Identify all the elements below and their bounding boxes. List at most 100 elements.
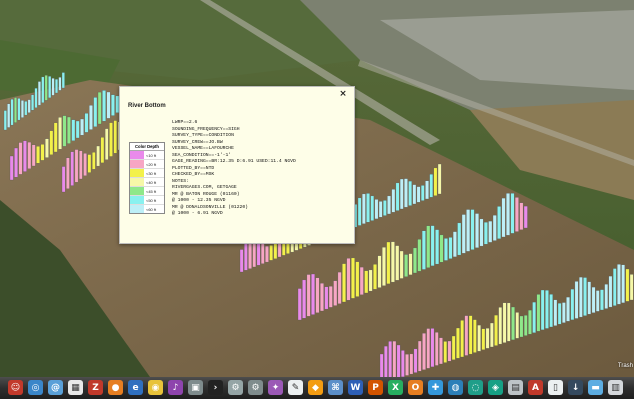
- legend-label: <50 ft: [146, 197, 157, 203]
- trash-icon[interactable]: ▥: [608, 380, 623, 395]
- preview-icon[interactable]: ✦: [268, 380, 283, 395]
- survey-bar: [359, 266, 364, 295]
- textedit-icon[interactable]: ✎: [288, 380, 303, 395]
- photos-icon[interactable]: ▤: [508, 380, 523, 395]
- survey-bar: [58, 117, 62, 150]
- calendar-icon[interactable]: ▦: [68, 380, 83, 395]
- survey-bar: [269, 245, 273, 261]
- survey-bar: [67, 116, 71, 144]
- app-icon[interactable]: ◆: [308, 380, 323, 395]
- finder-icon[interactable]: ☺: [8, 380, 23, 395]
- ie-icon[interactable]: e: [128, 380, 143, 395]
- survey-bar: [45, 138, 49, 158]
- survey-bar: [405, 354, 409, 376]
- survey-bar: [519, 202, 524, 230]
- legend-swatch: [130, 160, 144, 168]
- survey-bar: [320, 283, 324, 312]
- mail-icon[interactable]: @: [48, 380, 63, 395]
- survey-bar: [528, 309, 532, 335]
- safari-icon[interactable]: ◎: [28, 380, 43, 395]
- survey-bar: [608, 275, 613, 308]
- survey-bar: [540, 289, 545, 331]
- survey-bar: [55, 79, 58, 94]
- survey-bar: [466, 209, 471, 252]
- firefox-icon[interactable]: ●: [108, 380, 123, 395]
- outlook-icon[interactable]: O: [408, 380, 423, 395]
- survey-bar: [31, 144, 36, 167]
- chrome-icon[interactable]: ◉: [148, 380, 163, 395]
- survey-bar: [621, 264, 625, 304]
- legend-swatch: [130, 205, 144, 213]
- survey-bar: [71, 119, 76, 141]
- survey-bar: [58, 77, 62, 91]
- survey-bar: [514, 197, 519, 232]
- survey-bar: [362, 193, 366, 224]
- survey-bar: [617, 264, 621, 305]
- downloads-icon[interactable]: ↓: [568, 380, 583, 395]
- legend-swatch: [130, 187, 144, 195]
- photo-icon[interactable]: ▣: [188, 380, 203, 395]
- legend-label: <60 ft: [146, 206, 157, 212]
- survey-bar: [391, 189, 396, 213]
- legend-row: <30 ft: [130, 169, 164, 178]
- mac-icon[interactable]: ⌘: [328, 380, 343, 395]
- excel-icon[interactable]: X: [388, 380, 403, 395]
- survey-bar: [457, 222, 462, 256]
- survey-bar: [109, 122, 113, 157]
- survey-bar: [20, 100, 24, 118]
- survey-bar: [557, 303, 562, 325]
- survey-bar: [451, 335, 456, 360]
- survey-bar: [31, 94, 35, 111]
- doc-icon[interactable]: ▯: [548, 380, 563, 395]
- survey-bar: [297, 288, 302, 321]
- itunes-icon[interactable]: ♪: [168, 380, 183, 395]
- survey-bar: [470, 209, 475, 250]
- survey-bar: [562, 302, 566, 323]
- survey-bar: [475, 213, 479, 248]
- survey-bar: [574, 281, 579, 319]
- survey-bar: [439, 337, 443, 365]
- survey-bar: [583, 277, 587, 316]
- survey-bar: [256, 240, 261, 266]
- survey-bar: [549, 294, 553, 328]
- survey-bar: [23, 140, 27, 172]
- legend-label: <10 ft: [146, 152, 157, 158]
- filezilla-icon[interactable]: Z: [88, 380, 103, 395]
- word-icon[interactable]: W: [348, 380, 363, 395]
- terminal-icon[interactable]: ›: [208, 380, 223, 395]
- survey-bar: [485, 328, 490, 349]
- googleearth-icon[interactable]: ◍: [448, 380, 463, 395]
- acrobat-icon[interactable]: A: [528, 380, 543, 395]
- survey-bar: [36, 146, 40, 164]
- legend-row: <10 ft: [130, 151, 164, 160]
- survey-bar: [488, 220, 493, 243]
- survey-bar: [27, 99, 31, 113]
- survey-bar: [18, 142, 23, 175]
- survey-bar: [395, 245, 400, 281]
- utility-icon[interactable]: ⚙: [228, 380, 243, 395]
- survey-bar: [501, 197, 506, 238]
- network-icon[interactable]: ✚: [428, 380, 443, 395]
- trash-label: Trash: [617, 363, 633, 369]
- survey-bar: [244, 242, 248, 271]
- survey-bar: [595, 290, 600, 312]
- survey-bar: [579, 276, 583, 318]
- survey-bar: [342, 263, 346, 303]
- popup-title: River Bottom: [128, 103, 166, 109]
- attribute-line: @ 1000 - 6.91 NGVD: [172, 211, 223, 216]
- legend-row: <60 ft: [130, 205, 164, 213]
- survey-bar: [383, 200, 387, 216]
- folder-icon[interactable]: ▬: [588, 380, 603, 395]
- survey-bar: [66, 157, 70, 189]
- survey-bar: [106, 91, 111, 119]
- survey-bar: [404, 178, 408, 208]
- settings-icon[interactable]: ⚙: [248, 380, 263, 395]
- survey-bar: [111, 94, 115, 116]
- close-icon[interactable]: ×: [338, 89, 348, 99]
- survey-bar: [473, 319, 477, 353]
- survey-bar: [426, 328, 431, 369]
- survey-bar: [9, 155, 14, 181]
- powerpoint-icon[interactable]: P: [368, 380, 383, 395]
- maps-icon[interactable]: ◈: [488, 380, 503, 395]
- globe-icon[interactable]: ◌: [468, 380, 483, 395]
